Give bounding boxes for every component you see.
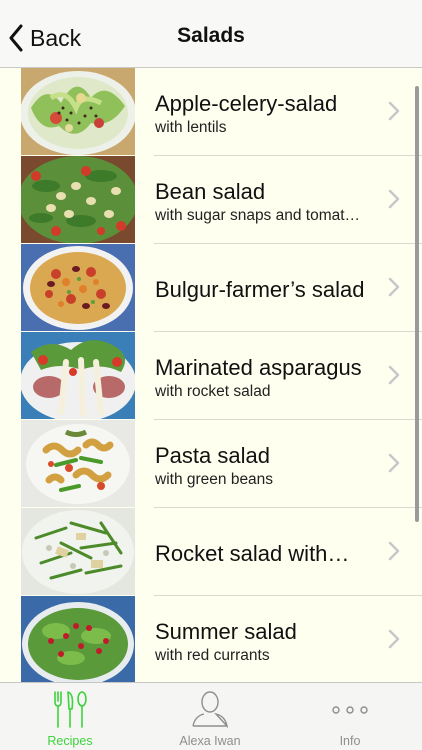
recipe-subtitle: with sugar snaps and tomat… (155, 207, 361, 224)
recipe-title: Apple-celery-salad (155, 91, 338, 116)
recipe-photo (21, 596, 135, 682)
recipe-title: Rocket salad with… (155, 541, 350, 566)
recipe-row-bean-salad[interactable]: Bean salad with sugar snaps and tomat… (0, 156, 422, 244)
recipe-list[interactable]: Apple-celery-salad with lentils Bean sal… (0, 68, 422, 682)
recipe-subtitle: with green beans (155, 471, 274, 488)
recipe-title: Bulgur-farmer’s salad (155, 277, 365, 302)
tab-label: Recipes (47, 734, 93, 748)
chevron-right-icon (388, 541, 400, 561)
tab-bar: Recipes Alexa Iwan Info (0, 682, 422, 750)
person-icon (192, 691, 229, 729)
chevron-right-icon (388, 277, 400, 297)
fork-knife-spoon-icon (54, 691, 87, 728)
recipe-title: Pasta salad (155, 443, 270, 468)
recipe-title: Summer salad (155, 619, 297, 644)
page-title: Salads (177, 24, 245, 47)
tab-label: Alexa Iwan (179, 734, 241, 748)
recipe-title: Marinated asparagus (155, 355, 362, 380)
tab-label: Info (339, 734, 361, 748)
chevron-right-icon (388, 101, 400, 121)
recipe-row-marinated-asparagus[interactable]: Marinated asparagus with rocket salad (0, 332, 422, 420)
recipe-row-pasta-salad[interactable]: Pasta salad with green beans (0, 420, 422, 508)
recipe-row-summer-salad[interactable]: Summer salad with red currants (0, 596, 422, 682)
recipe-photo (21, 508, 135, 595)
chevron-right-icon (388, 629, 400, 649)
chevron-right-icon (388, 453, 400, 473)
tab-alexa-iwan[interactable]: Alexa Iwan (140, 683, 280, 750)
recipe-photo (21, 156, 135, 243)
scrollbar[interactable] (415, 86, 419, 522)
chevron-right-icon (388, 365, 400, 385)
tab-recipes[interactable]: Recipes (0, 683, 140, 750)
recipe-photo (21, 68, 135, 155)
recipe-row-bulgur-farmers-salad[interactable]: Bulgur-farmer’s salad (0, 244, 422, 332)
tab-info[interactable]: Info (280, 683, 420, 750)
recipe-row-rocket-salad[interactable]: Rocket salad with… (0, 508, 422, 596)
recipe-photo (21, 332, 135, 419)
more-dots-icon (332, 706, 368, 714)
recipe-subtitle: with lentils (155, 119, 227, 136)
recipe-subtitle: with rocket salad (155, 383, 271, 400)
recipe-photo (21, 420, 135, 507)
recipe-photo (21, 244, 135, 331)
navigation-bar: Back Salads (0, 0, 422, 68)
chevron-right-icon (388, 189, 400, 209)
recipe-row-apple-celery-salad[interactable]: Apple-celery-salad with lentils (0, 68, 422, 156)
recipe-title: Bean salad (155, 179, 266, 204)
recipe-subtitle: with red currants (155, 647, 270, 664)
